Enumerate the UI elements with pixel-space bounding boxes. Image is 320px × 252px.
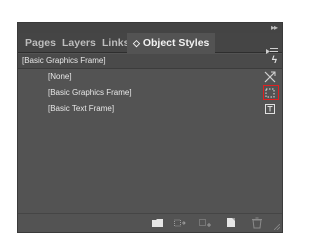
tab-links[interactable]: Links: [102, 33, 129, 53]
collapse-panel-icon[interactable]: ▸▸: [271, 23, 278, 33]
tab-pages[interactable]: Pages: [25, 33, 56, 53]
style-row-basic-text-frame[interactable]: [Basic Text Frame]: [18, 101, 282, 117]
text-frame-icon: [265, 104, 275, 114]
default-style-label: [Basic Graphics Frame]: [22, 56, 106, 65]
trash-icon[interactable]: [250, 217, 264, 229]
panel-tab-bar: Pages Layers Links ◇ Object Styles: [18, 33, 282, 55]
style-row-none[interactable]: [None]: [18, 69, 282, 85]
none-style-icon: [264, 71, 276, 83]
default-style-row[interactable]: [Basic Graphics Frame] ϟ: [18, 54, 282, 69]
style-row-basic-graphics-frame[interactable]: [Basic Graphics Frame]: [18, 85, 282, 101]
resize-grip-icon[interactable]: [274, 224, 280, 230]
new-style-icon[interactable]: [224, 217, 238, 229]
panel-title-strip: ▸▸: [18, 23, 282, 33]
selection-highlight-box: [263, 85, 279, 100]
clear-overrides-icon[interactable]: [173, 217, 187, 229]
folder-icon[interactable]: [151, 217, 165, 229]
tab-layers[interactable]: Layers: [62, 33, 96, 53]
panel-bottom-toolbar: [18, 213, 282, 232]
lightning-icon: ϟ: [271, 55, 277, 66]
tab-object-styles[interactable]: ◇ Object Styles: [127, 33, 216, 53]
style-name: [Basic Text Frame]: [48, 104, 115, 113]
object-styles-panel: ▸▸ Pages Layers Links ◇ Object Styles [B…: [17, 22, 283, 233]
style-name: [None]: [48, 72, 72, 81]
style-name: [Basic Graphics Frame]: [48, 88, 132, 97]
styles-list: [None] [Basic Graphics Frame] [Basic Tex…: [18, 69, 282, 117]
clear-non-defined-attributes-icon[interactable]: [198, 217, 212, 229]
tab-arrows-icon: ◇: [133, 38, 140, 48]
tab-object-styles-label: Object Styles: [142, 37, 210, 49]
